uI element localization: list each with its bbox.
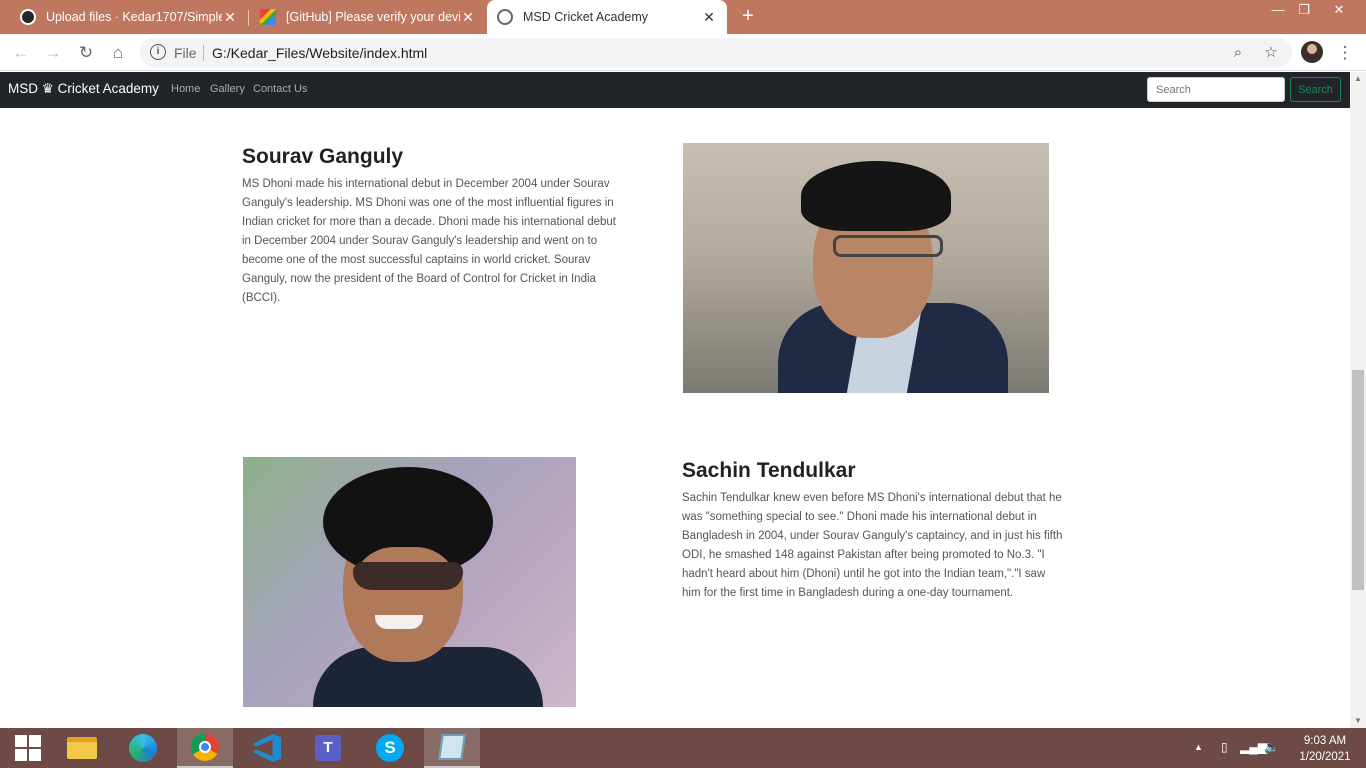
text-line: hadn't heard about him (Dhoni) until he …	[682, 568, 1046, 580]
text-line: Sachin Tendulkar knew even before MS Dho…	[682, 492, 1062, 504]
zoom-icon[interactable]: ⌕	[1228, 43, 1248, 63]
nav-home[interactable]: Home	[171, 83, 200, 95]
page-viewport: MSD ♛ Cricket Academy Home Gallery Conta…	[0, 72, 1350, 728]
text-line: in December 2004 under Sourav Ganguly's …	[242, 235, 598, 247]
skype-icon[interactable]: S	[362, 728, 418, 768]
vscode-icon[interactable]	[239, 728, 295, 768]
text-line: him for the first time in Bangladesh dur…	[682, 587, 1014, 599]
text-line: MS Dhoni made his international debut in…	[242, 178, 610, 190]
edge-icon[interactable]	[115, 728, 171, 768]
text-line: become one of the most successful captai…	[242, 254, 591, 266]
gmail-icon	[260, 9, 276, 25]
section-text-tendulkar: Sachin Tendulkar knew even before MS Dho…	[682, 489, 1062, 603]
browser-toolbar: ← → ↻ ⌂ i File G:/Kedar_Files/Website/in…	[0, 34, 1366, 71]
network-icon[interactable]: ▂▄▆	[1240, 740, 1267, 754]
address-bar[interactable]: i File G:/Kedar_Files/Website/index.html…	[140, 38, 1292, 67]
windows-start-icon[interactable]	[0, 728, 56, 768]
reload-icon[interactable]: ↻	[74, 41, 98, 65]
site-navbar: MSD ♛ Cricket Academy Home Gallery Conta…	[0, 72, 1350, 108]
tab-separator	[248, 10, 249, 26]
profile-avatar[interactable]	[1301, 41, 1323, 63]
photo-glasses	[833, 235, 943, 257]
text-line: Ganguly, now the president of the Board …	[242, 273, 596, 285]
photo-sunglasses	[353, 562, 463, 590]
show-hidden-icons-icon[interactable]: ▲	[1194, 742, 1203, 752]
tab-strip: Upload files · Kedar1707/Simple- ✕ [GitH…	[0, 0, 1366, 34]
photo-sachin-tendulkar	[243, 457, 576, 707]
windows-taskbar: T S ▲ ▯ ▂▄▆ 🔈 9:03 AM 1/20/2021	[0, 728, 1366, 768]
system-clock[interactable]: 9:03 AM 1/20/2021	[1290, 733, 1360, 765]
menu-kebab-icon[interactable]: ⋮	[1333, 41, 1357, 65]
notepad-icon[interactable]	[424, 728, 480, 768]
close-window-icon[interactable]: ✕	[1324, 0, 1354, 22]
teams-icon[interactable]: T	[300, 728, 356, 768]
restore-icon[interactable]: ❐	[1289, 0, 1319, 22]
photo-hair	[801, 161, 951, 231]
close-icon[interactable]: ✕	[701, 9, 717, 26]
page-scrollbar[interactable]: ▲ ▼	[1350, 72, 1366, 728]
search-input[interactable]	[1147, 77, 1285, 102]
scroll-thumb[interactable]	[1352, 370, 1364, 590]
section-text-ganguly: MS Dhoni made his international debut in…	[242, 175, 616, 308]
scheme-label: File	[174, 45, 197, 61]
tab-gmail-github-verify[interactable]: [GitHub] Please verify your device ✕	[250, 0, 486, 34]
tab-title: MSD Cricket Academy	[523, 10, 649, 24]
file-explorer-icon[interactable]	[54, 728, 110, 768]
photo-sourav-ganguly	[683, 143, 1049, 393]
chrome-icon[interactable]	[177, 728, 233, 768]
tab-title: Upload files · Kedar1707/Simple-	[46, 10, 222, 24]
text-line: was "something special to see." Dhoni ma…	[682, 511, 1037, 523]
tab-title: [GitHub] Please verify your device	[286, 10, 460, 24]
search-button[interactable]: Search	[1290, 77, 1341, 102]
clock-date: 1/20/2021	[1299, 751, 1351, 763]
battery-icon[interactable]: ▯	[1221, 740, 1228, 754]
github-icon	[20, 9, 36, 25]
forward-icon[interactable]: →	[41, 41, 65, 65]
volume-muted-icon[interactable]: 🔈	[1264, 740, 1279, 754]
clock-time: 9:03 AM	[1303, 735, 1347, 747]
section-heading-ganguly: Sourav Ganguly	[242, 145, 404, 168]
photo-smile	[375, 615, 423, 629]
text-line: ODI, he smashed 148 against Pakistan aft…	[682, 549, 1045, 561]
tab-github-upload[interactable]: Upload files · Kedar1707/Simple- ✕	[10, 0, 248, 34]
close-icon[interactable]: ✕	[460, 9, 476, 26]
back-icon[interactable]: ←	[9, 41, 33, 65]
text-line: Ganguly's leadership. MS Dhoni was one o…	[242, 197, 614, 209]
nav-contact-us[interactable]: Contact Us	[253, 83, 307, 95]
text-line: (BCCI).	[242, 292, 281, 304]
globe-icon	[497, 9, 513, 25]
text-line: Indian cricket for more than a decade. D…	[242, 216, 616, 228]
close-icon[interactable]: ✕	[222, 9, 238, 26]
divider	[203, 45, 204, 61]
scroll-up-icon[interactable]: ▲	[1350, 72, 1366, 86]
new-tab-button[interactable]: +	[736, 4, 760, 28]
scroll-down-icon[interactable]: ▼	[1350, 714, 1366, 728]
url-text[interactable]: G:/Kedar_Files/Website/index.html	[212, 45, 427, 61]
bookmark-star-icon[interactable]: ☆	[1261, 43, 1281, 63]
nav-gallery[interactable]: Gallery	[210, 83, 245, 95]
home-icon[interactable]: ⌂	[106, 41, 130, 65]
info-icon[interactable]: i	[150, 44, 166, 60]
section-heading-tendulkar: Sachin Tendulkar	[682, 459, 856, 482]
site-brand[interactable]: MSD ♛ Cricket Academy	[8, 81, 159, 97]
tab-msd-cricket-academy[interactable]: MSD Cricket Academy ✕	[487, 0, 727, 34]
text-line: Bangladesh in 2004, under Sourav Ganguly…	[682, 530, 1063, 542]
